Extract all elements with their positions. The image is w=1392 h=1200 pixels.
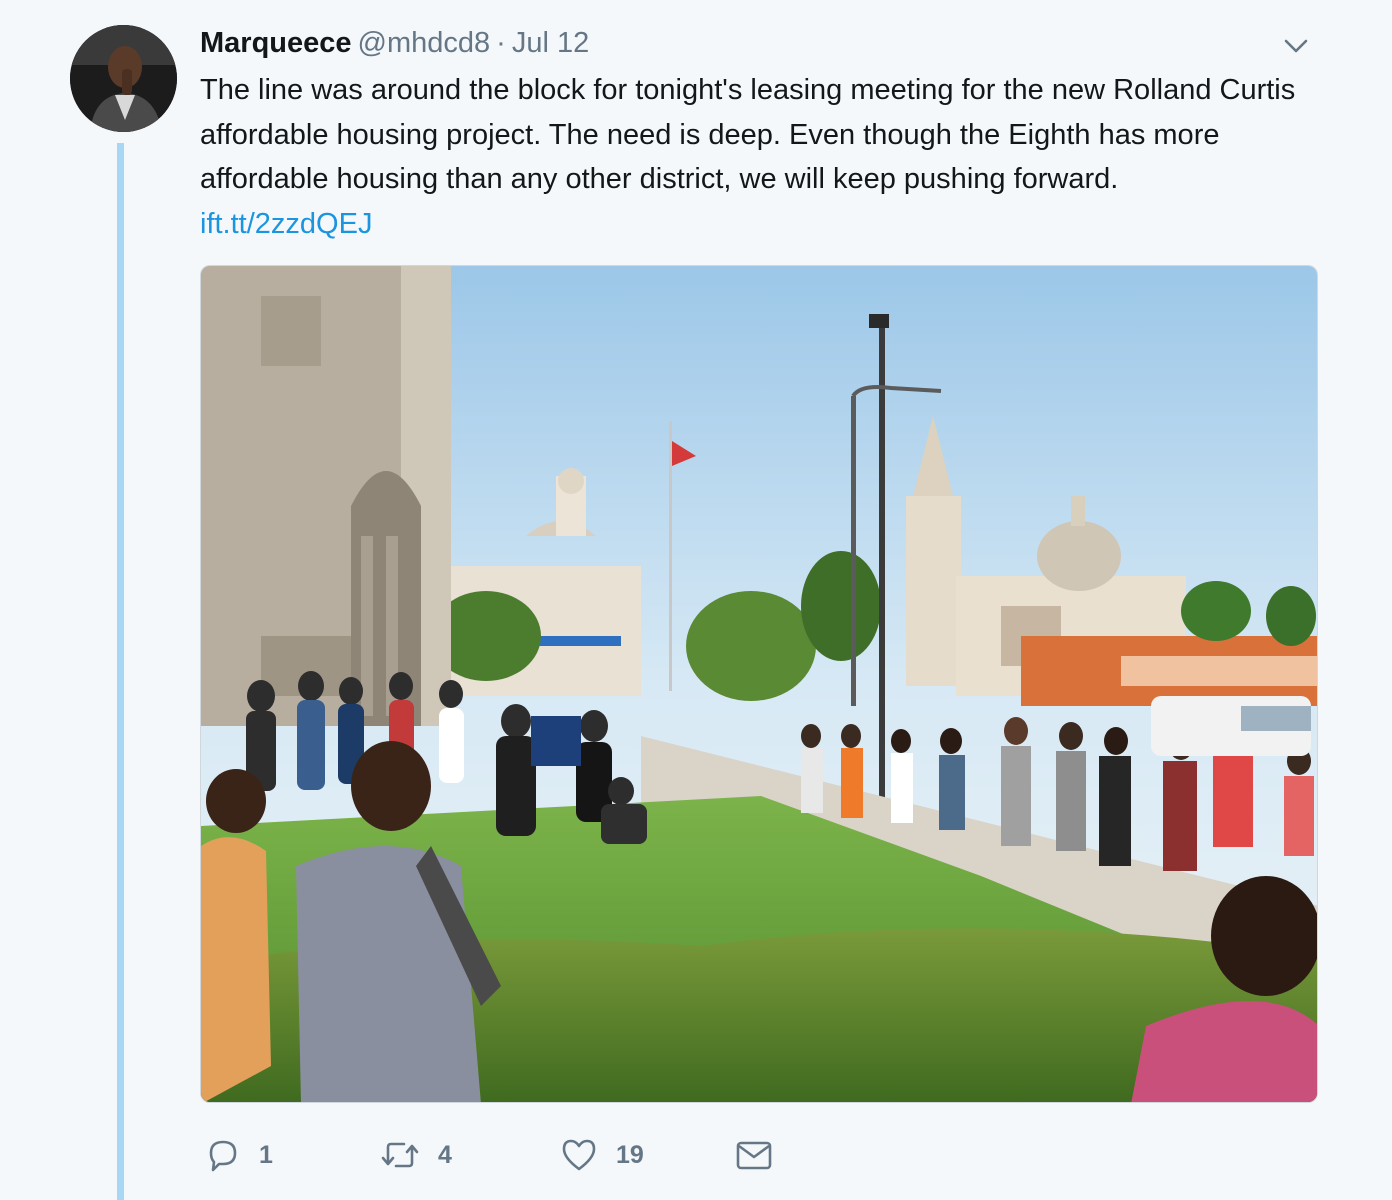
photo-crowd-outside-church: [201, 266, 1317, 1102]
thread-connector-line: [117, 143, 124, 1200]
tweet-actions: 1 4 19: [200, 1130, 900, 1180]
avatar[interactable]: [70, 25, 177, 132]
tweet-body: The line was around the block for tonigh…: [200, 68, 1330, 246]
tweet-link[interactable]: ift.tt/2zzdQEJ: [200, 208, 372, 240]
direct-message-button[interactable]: [735, 1130, 773, 1180]
author-handle[interactable]: @mhdcd8: [358, 27, 491, 59]
author-name[interactable]: Marqueece: [200, 27, 352, 59]
tweet-header: Marqueece @mhdcd8 · Jul 12: [200, 25, 589, 61]
retweet-icon: [381, 1142, 419, 1168]
separator-dot: ·: [496, 27, 506, 59]
tweet-date[interactable]: Jul 12: [512, 27, 589, 59]
more-options-chevron-icon[interactable]: [1280, 30, 1312, 62]
tweet-photo[interactable]: [200, 265, 1318, 1103]
reply-count: 1: [259, 1140, 273, 1169]
tweet-text: The line was around the block for tonigh…: [200, 74, 1296, 195]
reply-button[interactable]: 1: [205, 1130, 273, 1180]
tweet[interactable]: Marqueece @mhdcd8 · Jul 12 The line was aro…: [0, 0, 1392, 1200]
avatar-image: [70, 25, 177, 132]
retweet-button[interactable]: 4: [380, 1130, 452, 1180]
envelope-icon: [736, 1141, 772, 1170]
like-count: 19: [616, 1140, 644, 1169]
reply-icon: [209, 1140, 237, 1172]
retweet-count: 4: [438, 1140, 452, 1169]
like-button[interactable]: 19: [560, 1130, 644, 1180]
heart-icon: [562, 1139, 596, 1171]
